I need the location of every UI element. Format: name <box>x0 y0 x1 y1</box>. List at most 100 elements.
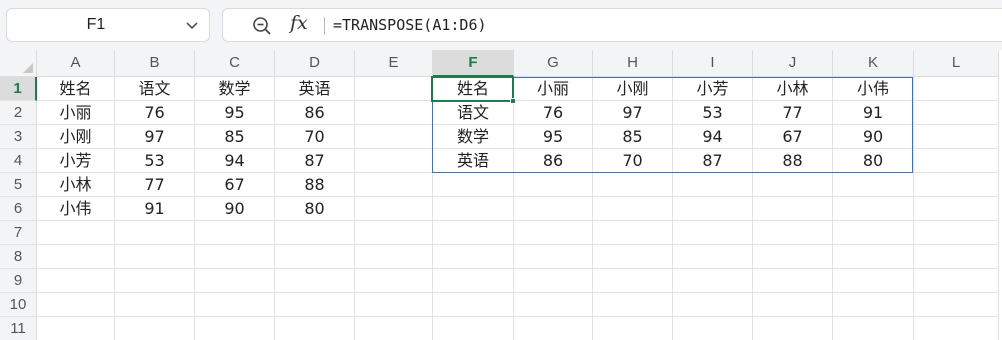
row-header-9[interactable]: 9 <box>0 269 37 293</box>
cell-a1[interactable]: 姓名 <box>37 77 115 101</box>
column-header-h[interactable]: H <box>593 50 673 77</box>
cell-h4[interactable]: 70 <box>593 149 673 173</box>
cell-l5[interactable] <box>914 173 999 197</box>
cell-i5[interactable] <box>673 173 753 197</box>
cell-f4[interactable]: 英语 <box>433 149 514 173</box>
cell-i8[interactable] <box>673 245 753 269</box>
cell-j7[interactable] <box>753 221 833 245</box>
cell-c3[interactable]: 85 <box>195 125 275 149</box>
cell-g7[interactable] <box>514 221 593 245</box>
cell-b6[interactable]: 91 <box>115 197 195 221</box>
cell-c7[interactable] <box>195 221 275 245</box>
cell-k2[interactable]: 91 <box>833 101 914 125</box>
cell-a9[interactable] <box>37 269 115 293</box>
cell-h5[interactable] <box>593 173 673 197</box>
cell-h11[interactable] <box>593 317 673 340</box>
cell-d9[interactable] <box>275 269 355 293</box>
cell-b4[interactable]: 53 <box>115 149 195 173</box>
formula-bar[interactable]: fx =TRANSPOSE(A1:D6) <box>222 8 1002 42</box>
row-header-11[interactable]: 11 <box>0 317 37 340</box>
cell-e1[interactable] <box>355 77 433 101</box>
cell-d1[interactable]: 英语 <box>275 77 355 101</box>
cell-j9[interactable] <box>753 269 833 293</box>
cell-b7[interactable] <box>115 221 195 245</box>
row-header-1[interactable]: 1 <box>0 77 37 101</box>
cell-l2[interactable] <box>914 101 999 125</box>
cell-e9[interactable] <box>355 269 433 293</box>
cell-c2[interactable]: 95 <box>195 101 275 125</box>
row-header-8[interactable]: 8 <box>0 245 37 269</box>
cell-a11[interactable] <box>37 317 115 340</box>
cell-e8[interactable] <box>355 245 433 269</box>
cell-f9[interactable] <box>433 269 514 293</box>
cell-j3[interactable]: 67 <box>753 125 833 149</box>
cell-g8[interactable] <box>514 245 593 269</box>
cell-d11[interactable] <box>275 317 355 340</box>
cell-l3[interactable] <box>914 125 999 149</box>
cell-h2[interactable]: 97 <box>593 101 673 125</box>
cell-c8[interactable] <box>195 245 275 269</box>
cell-c10[interactable] <box>195 293 275 317</box>
row-header-6[interactable]: 6 <box>0 197 37 221</box>
cell-b9[interactable] <box>115 269 195 293</box>
cell-i1[interactable]: 小芳 <box>673 77 753 101</box>
formula-input[interactable]: =TRANSPOSE(A1:D6) <box>333 9 487 41</box>
column-header-a[interactable]: A <box>37 50 115 77</box>
cell-f6[interactable] <box>433 197 514 221</box>
row-header-5[interactable]: 5 <box>0 173 37 197</box>
cell-d7[interactable] <box>275 221 355 245</box>
row-header-3[interactable]: 3 <box>0 125 37 149</box>
cell-d8[interactable] <box>275 245 355 269</box>
cell-i6[interactable] <box>673 197 753 221</box>
row-header-7[interactable]: 7 <box>0 221 37 245</box>
cell-c5[interactable]: 67 <box>195 173 275 197</box>
cell-l11[interactable] <box>914 317 999 340</box>
cell-b10[interactable] <box>115 293 195 317</box>
cell-l1[interactable] <box>914 77 999 101</box>
select-all-corner[interactable] <box>0 50 37 77</box>
cell-l10[interactable] <box>914 293 999 317</box>
column-header-b[interactable]: B <box>115 50 195 77</box>
cell-b8[interactable] <box>115 245 195 269</box>
cell-j5[interactable] <box>753 173 833 197</box>
cell-a4[interactable]: 小芳 <box>37 149 115 173</box>
cell-i2[interactable]: 53 <box>673 101 753 125</box>
cell-f11[interactable] <box>433 317 514 340</box>
cell-a3[interactable]: 小刚 <box>37 125 115 149</box>
cell-a8[interactable] <box>37 245 115 269</box>
cell-k9[interactable] <box>833 269 914 293</box>
cell-b2[interactable]: 76 <box>115 101 195 125</box>
column-header-l[interactable]: L <box>914 50 999 77</box>
cell-f2[interactable]: 语文 <box>433 101 514 125</box>
cell-d3[interactable]: 70 <box>275 125 355 149</box>
cell-h7[interactable] <box>593 221 673 245</box>
cell-g2[interactable]: 76 <box>514 101 593 125</box>
cell-k5[interactable] <box>833 173 914 197</box>
cell-g11[interactable] <box>514 317 593 340</box>
chevron-down-icon[interactable] <box>185 18 199 32</box>
cell-d2[interactable]: 86 <box>275 101 355 125</box>
column-header-i[interactable]: I <box>673 50 753 77</box>
cell-e2[interactable] <box>355 101 433 125</box>
cell-j4[interactable]: 88 <box>753 149 833 173</box>
cell-i11[interactable] <box>673 317 753 340</box>
cell-k1[interactable]: 小伟 <box>833 77 914 101</box>
cell-e7[interactable] <box>355 221 433 245</box>
cell-b5[interactable]: 77 <box>115 173 195 197</box>
cell-c6[interactable]: 90 <box>195 197 275 221</box>
cell-k4[interactable]: 80 <box>833 149 914 173</box>
column-header-c[interactable]: C <box>195 50 275 77</box>
cell-g4[interactable]: 86 <box>514 149 593 173</box>
cell-j2[interactable]: 77 <box>753 101 833 125</box>
cell-i3[interactable]: 94 <box>673 125 753 149</box>
cell-k7[interactable] <box>833 221 914 245</box>
row-header-2[interactable]: 2 <box>0 101 37 125</box>
column-header-e[interactable]: E <box>355 50 433 77</box>
column-header-j[interactable]: J <box>753 50 833 77</box>
cell-f5[interactable] <box>433 173 514 197</box>
cell-k6[interactable] <box>833 197 914 221</box>
cell-h9[interactable] <box>593 269 673 293</box>
cell-g9[interactable] <box>514 269 593 293</box>
cell-d5[interactable]: 88 <box>275 173 355 197</box>
cell-l8[interactable] <box>914 245 999 269</box>
